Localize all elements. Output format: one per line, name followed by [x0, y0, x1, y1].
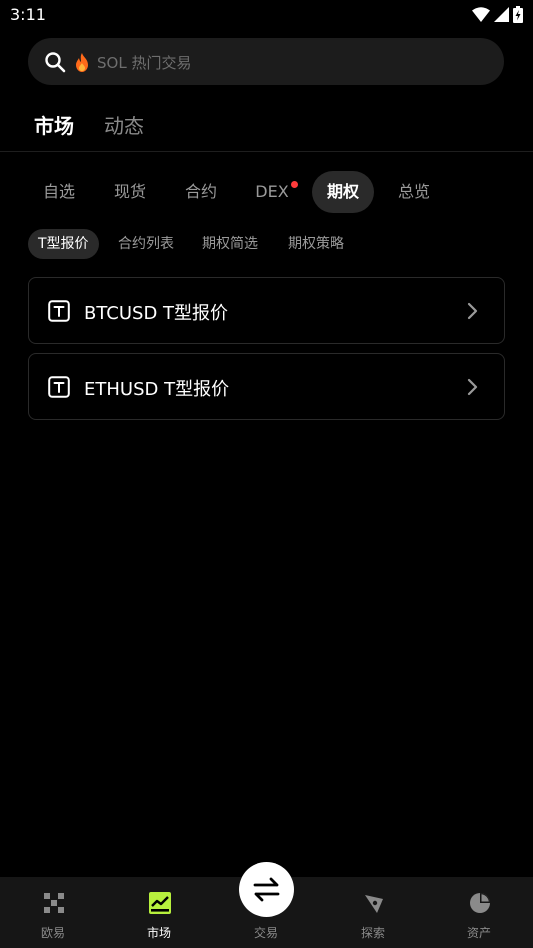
chevron-right-icon: [467, 378, 478, 396]
subtab-option-picker[interactable]: 期权简选: [202, 229, 258, 259]
battery-icon: [513, 6, 523, 23]
nav-assets[interactable]: 资产: [426, 877, 532, 948]
pie-chart-icon: [470, 893, 490, 913]
trade-button[interactable]: [239, 862, 294, 917]
nav-label: 市场: [146, 926, 171, 940]
fire-icon: [76, 53, 88, 72]
t-box-icon: [48, 376, 70, 398]
nav-label: 资产: [466, 926, 491, 940]
option-row-label: BTCUSD T型报价: [84, 303, 229, 324]
t-box-icon: [48, 300, 70, 322]
status-time: 3:11: [10, 5, 46, 24]
search-icon: [45, 52, 66, 73]
option-row-eth[interactable]: ETHUSD T型报价: [28, 353, 505, 420]
option-row-label: ETHUSD T型报价: [84, 379, 230, 400]
tab-watchlist[interactable]: 自选: [28, 171, 90, 213]
market-chart-icon: [149, 892, 171, 914]
sub-tabs: T型报价 合约列表 期权简选 期权策略: [28, 229, 533, 259]
subtab-t-quote[interactable]: T型报价: [28, 229, 99, 259]
tab-overview[interactable]: 总览: [383, 171, 445, 213]
nav-label: 探索: [360, 926, 385, 940]
nav-label: 交易: [253, 926, 278, 940]
compass-icon: [365, 895, 383, 913]
tab-futures[interactable]: 合约: [170, 171, 232, 213]
tab-dex[interactable]: DEX: [241, 171, 303, 213]
status-icons: [472, 6, 523, 23]
divider: [0, 151, 533, 152]
chevron-right-icon: [467, 302, 478, 320]
subtab-option-strategy[interactable]: 期权策略: [288, 229, 344, 259]
nav-okx[interactable]: 欧易: [0, 877, 106, 948]
category-tabs: 自选 现货 合约 DEX 期权 总览: [28, 171, 533, 213]
search-input[interactable]: SOL 热门交易: [97, 52, 191, 73]
app-root: 3:11 SOL 热门交易 市场 动态 自选 现货 合约 DEX 期权 总览 T…: [0, 0, 533, 948]
option-row-btc[interactable]: BTCUSD T型报价: [28, 277, 505, 344]
swap-arrows-icon: [253, 877, 280, 902]
notification-dot: [291, 181, 298, 188]
nav-market[interactable]: 市场: [106, 877, 212, 948]
tab-options[interactable]: 期权: [312, 171, 374, 213]
status-bar: 3:11: [0, 0, 533, 30]
primary-tabs: 市场 动态: [34, 110, 144, 139]
search-bar[interactable]: SOL 热门交易: [28, 38, 504, 85]
okx-logo-icon: [44, 893, 64, 913]
nav-explore[interactable]: 探索: [320, 877, 426, 948]
signal-icon: [494, 7, 509, 22]
nav-label: 欧易: [40, 926, 65, 940]
subtab-contract-list[interactable]: 合约列表: [118, 229, 174, 259]
tab-market[interactable]: 市场: [34, 110, 74, 139]
tab-spot[interactable]: 现货: [99, 171, 161, 213]
tab-feed[interactable]: 动态: [104, 110, 144, 139]
wifi-icon: [472, 7, 490, 22]
